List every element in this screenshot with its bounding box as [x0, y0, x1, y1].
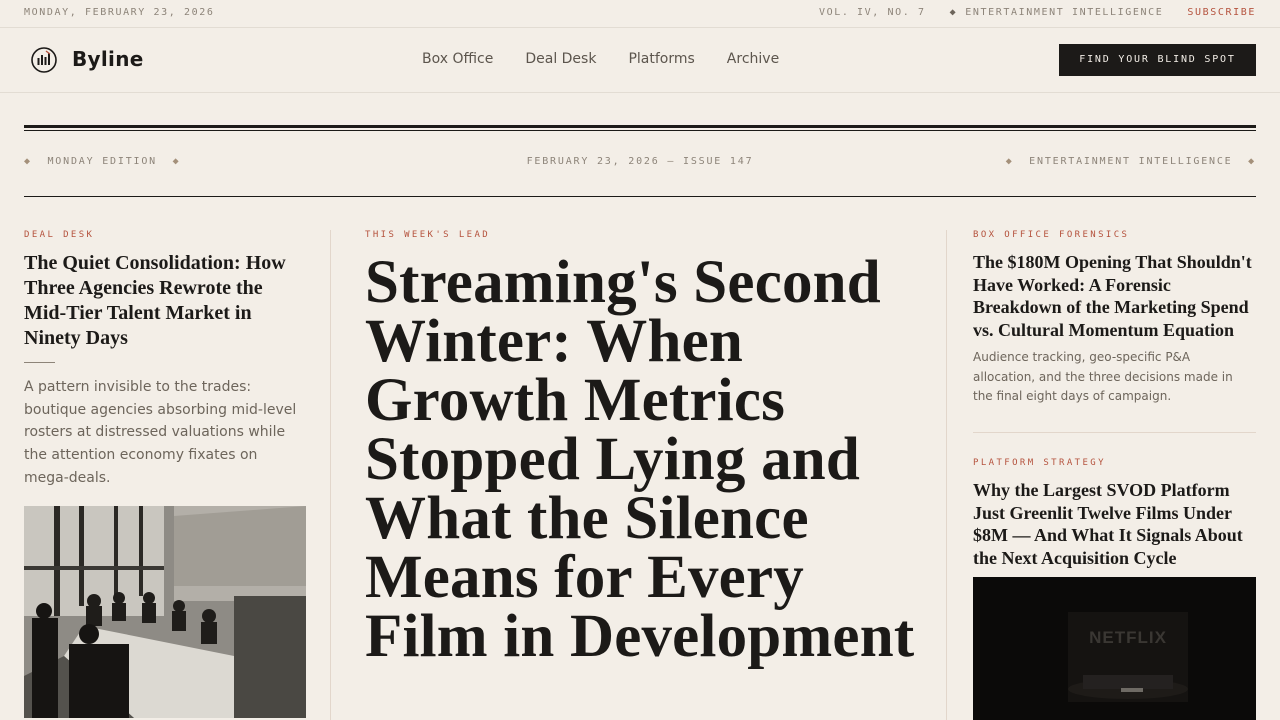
nav-link-platforms[interactable]: Platforms	[628, 51, 694, 67]
find-blind-spot-button[interactable]: FIND YOUR BLIND SPOT	[1059, 44, 1256, 76]
right-headline-1[interactable]: The $180M Opening That Shouldn't Have Wo…	[973, 251, 1256, 341]
short-rule	[24, 362, 55, 363]
masthead-rule-thin	[24, 130, 1256, 131]
edition-row: ◆ MONDAY EDITION ◆ FEBRUARY 23, 2026 — I…	[24, 156, 1256, 170]
diamond-icon: ◆	[1248, 156, 1256, 167]
left-headline[interactable]: The Quiet Consolidation: How Three Agenc…	[24, 251, 306, 351]
utility-bar: MONDAY, FEBRUARY 23, 2026 VOL. IV, NO. 7…	[0, 0, 1280, 28]
diamond-icon: ◆	[1005, 156, 1014, 167]
issue-date: MONDAY, FEBRUARY 23, 2026	[24, 7, 215, 18]
lead-headline[interactable]: Streaming's Second Winter: When Growth M…	[365, 252, 925, 667]
column-divider	[330, 230, 331, 720]
nav-menu: Box Office Deal Desk Platforms Archive	[422, 51, 779, 67]
edition-right: ◆ ENTERTAINMENT INTELLIGENCE ◆	[1006, 156, 1256, 167]
main-nav: Byline Box Office Deal Desk Platforms Ar…	[0, 28, 1280, 93]
masthead-rule-bottom	[24, 196, 1256, 197]
kicker-platform[interactable]: PLATFORM STRATEGY	[973, 458, 1106, 468]
streaming-logo-photo[interactable]: NETFLIX	[973, 577, 1256, 720]
kicker-deal-desk[interactable]: DEAL DESK	[24, 230, 94, 240]
kicker-box-office[interactable]: BOX OFFICE FORENSICS	[973, 230, 1129, 240]
section-label: ENTERTAINMENT INTELLIGENCE	[1029, 156, 1233, 167]
story-divider	[973, 432, 1256, 433]
meeting-room-photo[interactable]	[24, 506, 306, 718]
column-divider	[946, 230, 947, 720]
diamond-icon: ◆	[949, 7, 958, 18]
nav-link-deal-desk[interactable]: Deal Desk	[525, 51, 596, 67]
tagline: ENTERTAINMENT INTELLIGENCE	[965, 7, 1164, 18]
meeting-room-illustration	[24, 506, 306, 718]
utility-right: VOL. IV, NO. 7 ◆ ENTERTAINMENT INTELLIGE…	[819, 7, 1256, 18]
brand-name[interactable]: Byline	[72, 47, 144, 71]
left-dek: A pattern invisible to the trades: bouti…	[24, 379, 297, 486]
nav-link-archive[interactable]: Archive	[727, 51, 779, 67]
netflix-sign-text: NETFLIX	[1089, 628, 1167, 647]
dark-room-illustration: NETFLIX	[973, 577, 1256, 720]
subscribe-link[interactable]: SUBSCRIBE	[1187, 7, 1256, 18]
right-headline-2[interactable]: Why the Largest SVOD Platform Just Green…	[973, 479, 1256, 569]
nav-link-box-office[interactable]: Box Office	[422, 51, 493, 67]
volume-label: VOL. IV, NO. 7	[818, 7, 926, 18]
right-dek-1: Audience tracking, geo-specific P&A allo…	[973, 350, 1233, 403]
kicker-lead[interactable]: THIS WEEK'S LEAD	[365, 230, 490, 240]
byline-logo-icon[interactable]	[30, 46, 58, 74]
masthead-rule-thick	[24, 125, 1256, 128]
